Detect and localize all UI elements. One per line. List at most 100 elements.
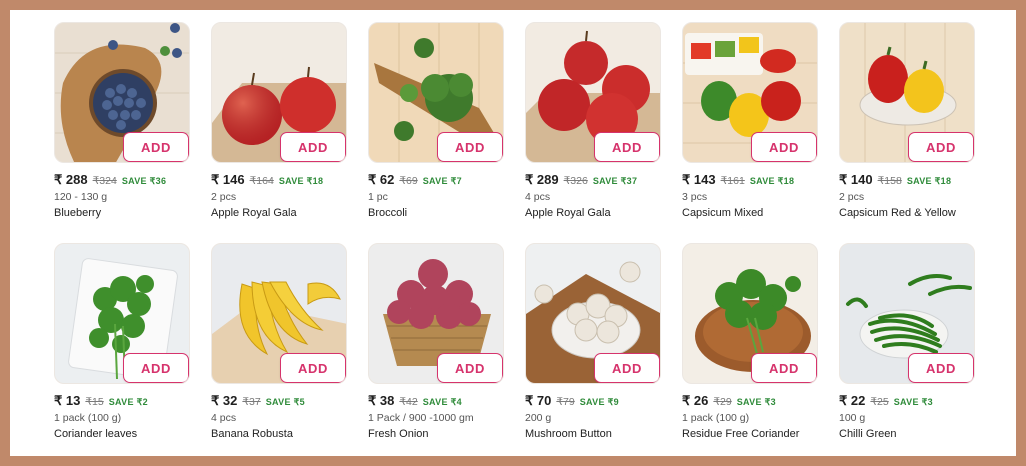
mrp-strike: ₹25: [870, 396, 889, 408]
quantity: 1 Pack / 900 -1000 gm: [368, 412, 474, 424]
price-line: ₹ 289 ₹326 SAVE ₹37: [525, 172, 661, 188]
broccoli-image[interactable]: ADD: [368, 22, 504, 163]
price: ₹ 288: [54, 172, 88, 187]
save-badge: SAVE ₹2: [108, 397, 148, 407]
price-line: ₹ 32 ₹37 SAVE ₹5: [211, 393, 347, 409]
save-badge: SAVE ₹3: [736, 397, 776, 407]
add-button[interactable]: ADD: [123, 132, 189, 162]
price-line: ₹ 26 ₹29 SAVE ₹3: [682, 393, 818, 409]
product-name[interactable]: Chilli Green: [839, 428, 975, 440]
capsicum-image[interactable]: ADD: [839, 22, 975, 163]
price-line: ₹ 146 ₹164 SAVE ₹18: [211, 172, 347, 188]
product-name[interactable]: Capsicum Mixed: [682, 207, 818, 219]
price: ₹ 289: [525, 172, 559, 187]
product-panel: ADD ₹ 288 ₹324 SAVE ₹36 120 - 130 g Blue…: [10, 10, 1016, 456]
quantity: 1 pc: [368, 191, 388, 203]
price: ₹ 140: [839, 172, 873, 187]
add-button[interactable]: ADD: [280, 132, 346, 162]
banana-image[interactable]: ADD: [211, 243, 347, 384]
product-name[interactable]: Banana Robusta: [211, 428, 347, 440]
product-name[interactable]: Residue Free Coriander: [682, 428, 818, 440]
save-badge: SAVE ₹9: [579, 397, 619, 407]
product-name[interactable]: Coriander leaves: [54, 428, 190, 440]
quantity: 4 pcs: [211, 412, 237, 424]
mrp-strike: ₹324: [92, 175, 117, 187]
product-card[interactable]: ADD ₹ 288 ₹324 SAVE ₹36 120 - 130 g Blue…: [54, 22, 190, 243]
add-button[interactable]: ADD: [123, 353, 189, 383]
add-button[interactable]: ADD: [594, 132, 660, 162]
coriander-image[interactable]: ADD: [682, 243, 818, 384]
quantity: 3 pcs: [682, 191, 708, 203]
capsicum-image[interactable]: ADD: [682, 22, 818, 163]
product-card[interactable]: ADD ₹ 38 ₹42 SAVE ₹4 1 Pack / 900 -1000 …: [368, 243, 504, 464]
mrp-strike: ₹79: [556, 396, 575, 408]
product-name[interactable]: Broccoli: [368, 207, 504, 219]
price-line: ₹ 143 ₹161 SAVE ₹18: [682, 172, 818, 188]
save-badge: SAVE ₹5: [265, 397, 305, 407]
apple-image[interactable]: ADD: [211, 22, 347, 163]
product-card[interactable]: ADD ₹ 143 ₹161 SAVE ₹18 3 pcs Capsicum M…: [682, 22, 818, 243]
product-name[interactable]: Fresh Onion: [368, 428, 504, 440]
price-line: ₹ 62 ₹69 SAVE ₹7: [368, 172, 504, 188]
save-badge: SAVE ₹18: [906, 176, 952, 186]
quantity: 2 pcs: [211, 191, 237, 203]
quantity: 200 g: [525, 412, 552, 424]
save-badge: SAVE ₹18: [278, 176, 324, 186]
coriander-image[interactable]: ADD: [54, 243, 190, 384]
product-card[interactable]: ADD ₹ 140 ₹158 SAVE ₹18 2 pcs Capsicum R…: [839, 22, 975, 243]
price: ₹ 26: [682, 393, 709, 408]
quantity: 1 pack (100 g): [54, 412, 122, 424]
mrp-strike: ₹164: [249, 175, 274, 187]
price-line: ₹ 38 ₹42 SAVE ₹4: [368, 393, 504, 409]
price: ₹ 22: [839, 393, 866, 408]
product-card[interactable]: ADD ₹ 289 ₹326 SAVE ₹37 4 pcs Apple Roya…: [525, 22, 661, 243]
mushroom-image[interactable]: ADD: [525, 243, 661, 384]
price: ₹ 146: [211, 172, 245, 187]
mrp-strike: ₹161: [720, 175, 745, 187]
add-button[interactable]: ADD: [751, 353, 817, 383]
quantity: 1 pack (100 g): [682, 412, 750, 424]
price: ₹ 13: [54, 393, 81, 408]
add-button[interactable]: ADD: [908, 132, 974, 162]
add-button[interactable]: ADD: [437, 132, 503, 162]
product-card[interactable]: ADD ₹ 146 ₹164 SAVE ₹18 2 pcs Apple Roya…: [211, 22, 347, 243]
blueberry-image[interactable]: ADD: [54, 22, 190, 163]
mrp-strike: ₹29: [713, 396, 732, 408]
product-name[interactable]: Blueberry: [54, 207, 190, 219]
product-name[interactable]: Apple Royal Gala: [211, 207, 347, 219]
mrp-strike: ₹69: [399, 175, 418, 187]
price-line: ₹ 22 ₹25 SAVE ₹3: [839, 393, 975, 409]
add-button[interactable]: ADD: [594, 353, 660, 383]
price-line: ₹ 140 ₹158 SAVE ₹18: [839, 172, 975, 188]
mrp-strike: ₹158: [877, 175, 902, 187]
product-name[interactable]: Capsicum Red & Yellow: [839, 207, 975, 219]
product-card[interactable]: ADD ₹ 70 ₹79 SAVE ₹9 200 g Mushroom Butt…: [525, 243, 661, 464]
add-button[interactable]: ADD: [280, 353, 346, 383]
product-card[interactable]: ADD ₹ 13 ₹15 SAVE ₹2 1 pack (100 g) Cori…: [54, 243, 190, 464]
product-card[interactable]: ADD ₹ 62 ₹69 SAVE ₹7 1 pc Broccoli: [368, 22, 504, 243]
price: ₹ 70: [525, 393, 552, 408]
product-grid: ADD ₹ 288 ₹324 SAVE ₹36 120 - 130 g Blue…: [54, 22, 975, 464]
add-button[interactable]: ADD: [437, 353, 503, 383]
product-name[interactable]: Apple Royal Gala: [525, 207, 661, 219]
add-button[interactable]: ADD: [908, 353, 974, 383]
add-button[interactable]: ADD: [751, 132, 817, 162]
mrp-strike: ₹15: [85, 396, 104, 408]
save-badge: SAVE ₹37: [592, 176, 638, 186]
mrp-strike: ₹42: [399, 396, 418, 408]
quantity: 4 pcs: [525, 191, 551, 203]
mrp-strike: ₹37: [242, 396, 261, 408]
price-line: ₹ 288 ₹324 SAVE ₹36: [54, 172, 190, 188]
save-badge: SAVE ₹7: [422, 176, 462, 186]
product-card[interactable]: ADD ₹ 26 ₹29 SAVE ₹3 1 pack (100 g) Resi…: [682, 243, 818, 464]
price-line: ₹ 13 ₹15 SAVE ₹2: [54, 393, 190, 409]
apple-image[interactable]: ADD: [525, 22, 661, 163]
product-card[interactable]: ADD ₹ 22 ₹25 SAVE ₹3 100 g Chilli Green: [839, 243, 975, 464]
onion-image[interactable]: ADD: [368, 243, 504, 384]
quantity: 120 - 130 g: [54, 191, 108, 203]
product-card[interactable]: ADD ₹ 32 ₹37 SAVE ₹5 4 pcs Banana Robust…: [211, 243, 347, 464]
product-name[interactable]: Mushroom Button: [525, 428, 661, 440]
chilli-image[interactable]: ADD: [839, 243, 975, 384]
price: ₹ 38: [368, 393, 395, 408]
save-badge: SAVE ₹4: [422, 397, 462, 407]
